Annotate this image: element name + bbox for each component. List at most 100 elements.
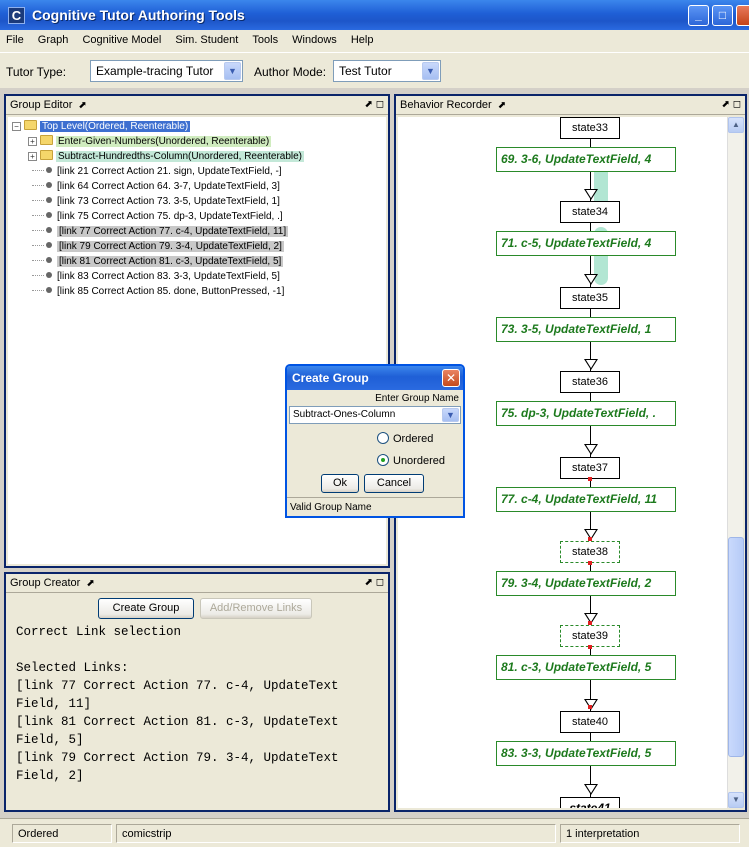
tutor-type-label: Tutor Type:: [6, 65, 67, 79]
selected-link-line: [link 81 Correct Action 81. c-3, UpdateT…: [16, 715, 339, 729]
tree-link[interactable]: [link 85 Correct Action 85. done, Button…: [32, 285, 284, 298]
graph-state[interactable]: state37: [560, 457, 620, 479]
bullet-icon: [46, 227, 52, 233]
menu-help[interactable]: Help: [345, 30, 379, 46]
scroll-down-icon[interactable]: ▼: [728, 792, 744, 808]
tutor-type-select[interactable]: Example-tracing Tutor ▼: [90, 60, 243, 82]
tree-link[interactable]: [link 75 Correct Action 75. dp-3, Update…: [32, 210, 283, 223]
graph-state[interactable]: state34: [560, 201, 620, 223]
add-remove-links-button[interactable]: Add/Remove Links: [200, 598, 312, 619]
folder-icon: [24, 120, 37, 130]
minimize-button[interactable]: _: [688, 5, 709, 26]
pin-icon[interactable]: ⬈: [498, 100, 506, 111]
group-name-prompt: Enter Group Name: [375, 393, 459, 404]
arrow-down-icon: [584, 784, 598, 795]
graph-state[interactable]: state41: [560, 797, 620, 808]
menu-graph[interactable]: Graph: [32, 30, 74, 46]
pin-icon[interactable]: ⬈: [78, 100, 86, 111]
status-mode: Ordered: [12, 824, 112, 843]
graph-edge[interactable]: 73. 3-5, UpdateTextField, 1: [496, 317, 676, 342]
graph-state[interactable]: state39: [560, 625, 620, 647]
panel-controls-icon[interactable]: ⬈ ◻: [365, 99, 384, 110]
behavior-recorder-title: Behavior Recorder: [400, 99, 492, 111]
tree-link-label: [link 21 Correct Action 21. sign, Update…: [57, 166, 282, 177]
tree-link[interactable]: [link 81 Correct Action 81. c-3, UpdateT…: [32, 255, 284, 268]
menu-tools[interactable]: Tools: [246, 30, 283, 46]
collapse-icon[interactable]: −: [12, 122, 21, 131]
bullet-icon: [46, 257, 52, 263]
author-mode-label: Author Mode:: [254, 65, 327, 79]
graph-edge[interactable]: 81. c-3, UpdateTextField, 5: [496, 655, 676, 680]
status-problem: comicstrip: [116, 824, 556, 843]
radio-unordered[interactable]: [377, 454, 389, 466]
bullet-icon: [46, 182, 52, 188]
menu-cognitive-model[interactable]: Cognitive Model: [76, 30, 166, 46]
selection-marker: [588, 705, 592, 709]
graph-edge[interactable]: 71. c-5, UpdateTextField, 4: [496, 231, 676, 256]
selection-marker: [588, 477, 592, 481]
graph-edge[interactable]: 69. 3-6, UpdateTextField, 4: [496, 147, 676, 172]
tree-group[interactable]: + Enter-Given-Numbers(Unordered, Reentera…: [28, 135, 272, 148]
title-bar[interactable]: C Cognitive Tutor Authoring Tools _ □: [0, 0, 749, 30]
selected-link-line: Field, 5]: [16, 733, 84, 747]
app-window: C Cognitive Tutor Authoring Tools _ □ Fi…: [0, 0, 749, 847]
menu-windows[interactable]: Windows: [286, 30, 342, 46]
window-title: Cognitive Tutor Authoring Tools: [32, 7, 245, 23]
ok-button[interactable]: Ok: [321, 474, 359, 493]
graph-edge[interactable]: 75. dp-3, UpdateTextField, .: [496, 401, 676, 426]
pin-icon[interactable]: ⬈: [86, 578, 94, 589]
menu-sim-student[interactable]: Sim. Student: [169, 30, 243, 46]
selection-status: Correct Link selection: [16, 625, 182, 639]
graph-state[interactable]: state33: [560, 117, 620, 139]
menu-file[interactable]: File: [0, 30, 29, 46]
scroll-up-icon[interactable]: ▲: [728, 117, 744, 133]
chevron-down-icon[interactable]: ▼: [422, 62, 439, 80]
tree-root[interactable]: − Top Level(Ordered, Reenterable): [12, 120, 191, 133]
chevron-down-icon[interactable]: ▼: [224, 62, 241, 80]
group-editor-header[interactable]: Group Editor ⬈ ⬈ ◻: [6, 96, 388, 115]
ordered-option[interactable]: Ordered: [377, 432, 433, 445]
graph-edge[interactable]: 83. 3-3, UpdateTextField, 5: [496, 741, 676, 766]
vertical-scrollbar[interactable]: ▲ ▼: [727, 117, 744, 808]
tree-link-label: [link 83 Correct Action 83. 3-3, UpdateT…: [57, 271, 280, 282]
panel-controls-icon[interactable]: ⬈ ◻: [365, 577, 384, 588]
tree-link[interactable]: [link 73 Correct Action 73. 3-5, UpdateT…: [32, 195, 280, 208]
tree-link[interactable]: [link 64 Correct Action 64. 3-7, UpdateT…: [32, 180, 280, 193]
tree-link[interactable]: [link 21 Correct Action 21. sign, Update…: [32, 165, 282, 178]
close-button[interactable]: [736, 5, 749, 26]
graph-state[interactable]: state38: [560, 541, 620, 563]
dialog-title-bar[interactable]: Create Group ✕: [287, 366, 463, 390]
graph-edge[interactable]: 77. c-4, UpdateTextField, 11: [496, 487, 676, 512]
status-bar: Ordered comicstrip 1 interpretation: [0, 818, 749, 847]
group-name-value: Subtract-Ones-Column: [293, 409, 396, 420]
selected-links-label: Selected Links:: [16, 661, 129, 675]
expand-icon[interactable]: +: [28, 137, 37, 146]
maximize-button[interactable]: □: [712, 5, 733, 26]
group-creator-header[interactable]: Group Creator ⬈ ⬈ ◻: [6, 574, 388, 593]
graph-edge[interactable]: 79. 3-4, UpdateTextField, 2: [496, 571, 676, 596]
behavior-recorder-header[interactable]: Behavior Recorder ⬈ ⬈ ◻: [396, 96, 745, 115]
tree-link[interactable]: [link 83 Correct Action 83. 3-3, UpdateT…: [32, 270, 280, 283]
cancel-button[interactable]: Cancel: [364, 474, 424, 493]
scroll-thumb[interactable]: [728, 537, 744, 757]
group-creator-body: Create Group Add/Remove Links Correct Li…: [8, 595, 386, 808]
tree-link-label: [link 64 Correct Action 64. 3-7, UpdateT…: [57, 181, 280, 192]
tree-link[interactable]: [link 77 Correct Action 77. c-4, UpdateT…: [32, 225, 289, 238]
tree-group[interactable]: + Subtract-Hundredths-Column(Unordered, R…: [28, 150, 305, 163]
tree-link-label: [link 85 Correct Action 85. done, Button…: [57, 286, 285, 297]
group-name-input[interactable]: Subtract-Ones-Column ▼: [289, 406, 461, 424]
panel-controls-icon[interactable]: ⬈ ◻: [722, 99, 741, 110]
unordered-label: Unordered: [393, 455, 445, 467]
unordered-option[interactable]: Unordered: [377, 454, 445, 467]
close-icon[interactable]: ✕: [442, 369, 460, 387]
radio-ordered[interactable]: [377, 432, 389, 444]
chevron-down-icon[interactable]: ▼: [442, 408, 459, 422]
graph-state[interactable]: state40: [560, 711, 620, 733]
author-mode-select[interactable]: Test Tutor ▼: [333, 60, 441, 82]
graph-state[interactable]: state35: [560, 287, 620, 309]
create-group-button[interactable]: Create Group: [98, 598, 194, 619]
tree-link[interactable]: [link 79 Correct Action 79. 3-4, UpdateT…: [32, 240, 284, 253]
expand-icon[interactable]: +: [28, 152, 37, 161]
graph-state[interactable]: state36: [560, 371, 620, 393]
toolbar: Tutor Type: Example-tracing Tutor ▼ Auth…: [0, 52, 749, 88]
